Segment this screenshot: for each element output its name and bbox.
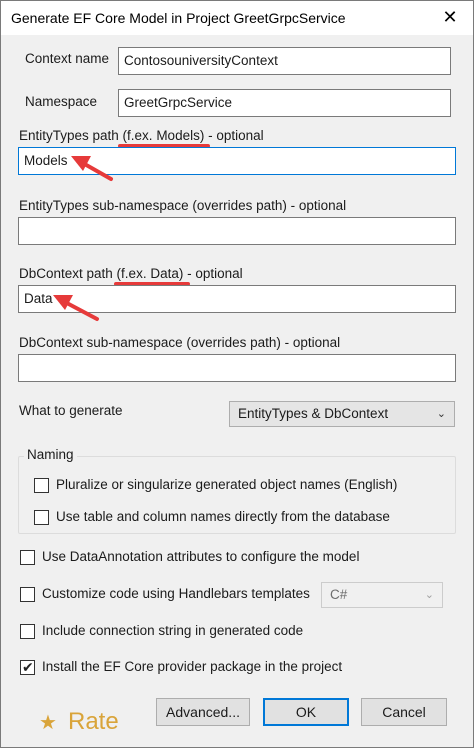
annotation-arrows xyxy=(53,156,113,321)
title-bar: Generate EF Core Model in Project GreetG… xyxy=(1,1,473,35)
close-icon[interactable]: ✕ xyxy=(437,4,463,30)
dialog-content: Context name ContosouniversityContext Na… xyxy=(1,35,473,747)
dialog-window: Generate EF Core Model in Project GreetG… xyxy=(0,0,474,748)
window-title: Generate EF Core Model in Project GreetG… xyxy=(11,10,346,26)
annotation-arrow-models xyxy=(71,156,113,181)
annotation-arrow-data xyxy=(53,295,99,321)
